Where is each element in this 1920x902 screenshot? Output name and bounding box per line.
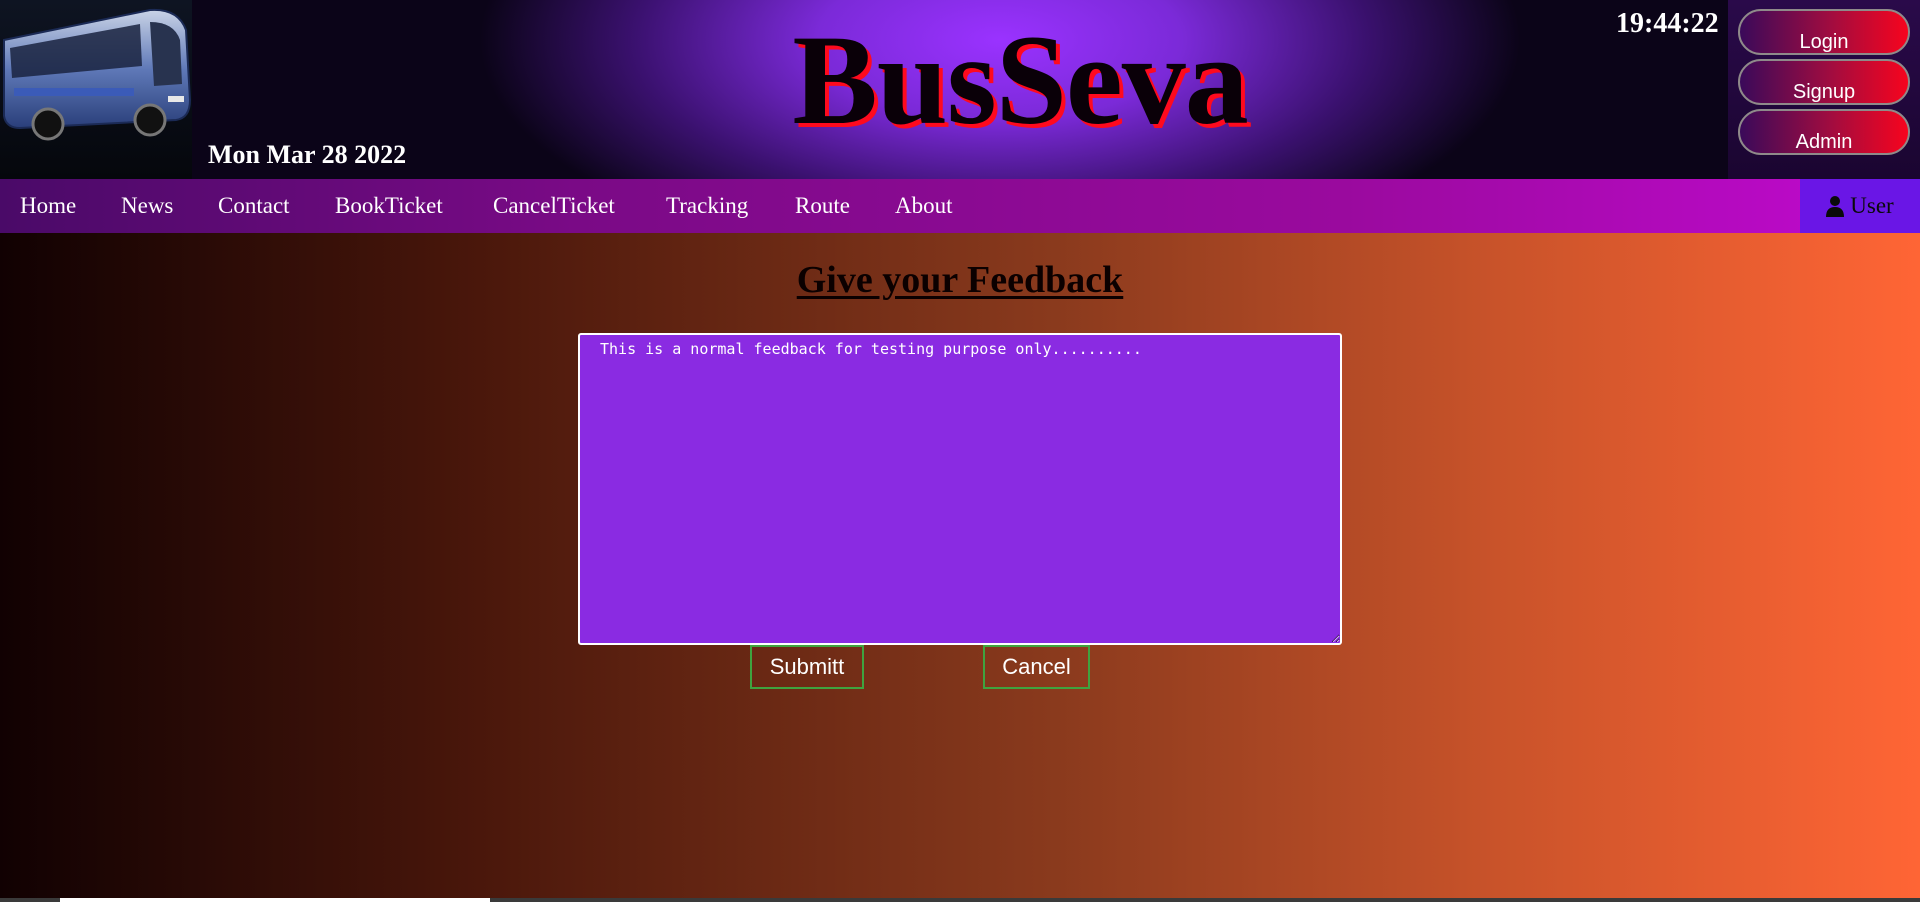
site-header: BusSeva Mon Mar 28 2022 19:44:22 Login S… — [0, 0, 1920, 179]
nav-item-bookticket[interactable]: BookTicket — [335, 179, 443, 233]
scrollbar-thumb[interactable] — [60, 898, 490, 902]
brand-title: BusSeva — [792, 9, 1248, 151]
auth-panel: Login Signup Admin — [1728, 0, 1920, 179]
signup-button-label: Signup — [1792, 81, 1856, 103]
current-date: Mon Mar 28 2022 — [208, 140, 407, 169]
main-nav: Home News Contact BookTicket CancelTicke… — [0, 179, 1920, 233]
signup-button[interactable]: Signup — [1738, 59, 1910, 105]
login-button-label: Login — [1799, 31, 1849, 53]
nav-item-news[interactable]: News — [121, 179, 173, 233]
bus-icon — [3, 8, 192, 141]
login-button[interactable]: Login — [1738, 9, 1910, 55]
nav-item-contact[interactable]: Contact — [218, 179, 290, 233]
cancel-button[interactable]: Cancel — [983, 645, 1090, 689]
feedback-textarea[interactable]: This is a normal feedback for testing pu… — [578, 333, 1342, 645]
admin-button-label: Admin — [1795, 131, 1853, 153]
horizontal-scrollbar[interactable] — [0, 898, 1920, 902]
user-icon — [1826, 196, 1845, 217]
user-menu[interactable]: User — [1800, 179, 1920, 233]
admin-button[interactable]: Admin — [1738, 109, 1910, 155]
page-title: Give your Feedback — [796, 259, 1124, 301]
nav-item-about[interactable]: About — [895, 179, 953, 233]
submit-button[interactable]: Submitt — [750, 645, 864, 689]
nav-item-tracking[interactable]: Tracking — [666, 179, 748, 233]
current-time: 19:44:22 — [1616, 8, 1719, 39]
nav-item-cancelticket[interactable]: CancelTicket — [493, 179, 615, 233]
nav-item-home[interactable]: Home — [20, 179, 76, 233]
nav-item-route[interactable]: Route — [795, 179, 850, 233]
user-label: User — [1850, 193, 1894, 218]
bus-logo-image — [0, 0, 192, 179]
